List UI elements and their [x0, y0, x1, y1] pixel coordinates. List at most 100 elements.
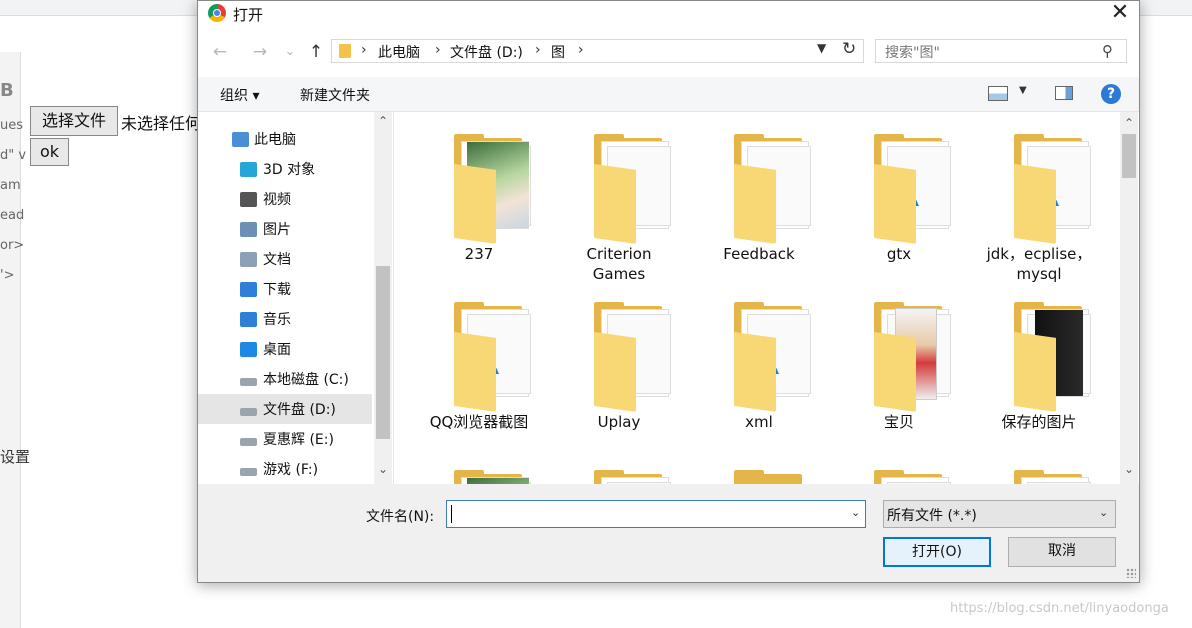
tree-item-label: 下载 [263, 282, 291, 298]
folder-back [734, 474, 802, 484]
page-text-fragment: ead [0, 208, 25, 223]
forward-arrow-icon[interactable]: → [248, 41, 272, 63]
scrollbar-thumb[interactable] [376, 266, 390, 439]
recent-locations-icon[interactable]: ⌄ [278, 41, 302, 63]
text-caret [451, 505, 452, 523]
chevron-up-icon[interactable]: ⌃ [374, 114, 392, 128]
filename-input[interactable]: ⌄ [446, 500, 866, 528]
tree-item[interactable]: 下载 [198, 274, 372, 304]
file-name: 宝贝 [883, 413, 914, 431]
downloads-icon [240, 282, 257, 297]
tree-item[interactable]: 此电脑 [198, 124, 372, 154]
folder-item[interactable] [409, 448, 549, 484]
folder-icon [339, 44, 351, 58]
file-name: 保存的图片 [1001, 413, 1077, 431]
tree-item[interactable]: 夏惠辉 (E:) [198, 424, 372, 454]
chevron-right-icon: › [578, 42, 584, 58]
chevron-up-icon[interactable]: ⌃ [1120, 116, 1138, 130]
folder-front [594, 332, 636, 412]
help-icon[interactable]: ? [1101, 84, 1121, 104]
tree-item-label: 3D 对象 [263, 162, 316, 178]
3d-objects-icon [240, 162, 257, 177]
open-button[interactable]: 打开(O) [883, 537, 991, 567]
tree-item[interactable]: 视频 [198, 184, 372, 214]
watermark: https://blog.csdn.net/linyaodonga [950, 601, 1169, 616]
video-icon [240, 192, 257, 207]
chevron-down-icon[interactable]: ⌄ [851, 506, 860, 519]
new-folder-button[interactable]: 新建文件夹 [300, 85, 370, 105]
folder-front [454, 164, 496, 244]
folder-item[interactable]: QQ浏览器截图 [409, 280, 549, 448]
close-button[interactable]: ✕ [1101, 1, 1139, 27]
folder-item[interactable]: 237 [409, 112, 549, 280]
folder-front [594, 164, 636, 244]
ok-button[interactable]: ok [30, 138, 69, 166]
search-box[interactable]: 搜索"图" ⚲ [875, 39, 1127, 63]
file-name: xml [745, 413, 773, 431]
folder-item[interactable]: gtx [829, 112, 969, 280]
chevron-down-icon[interactable]: ▼ [817, 41, 826, 55]
tree-item[interactable]: 图片 [198, 214, 372, 244]
scrollbar-thumb[interactable] [1122, 134, 1136, 178]
tree-item[interactable]: 桌面 [198, 334, 372, 364]
folder-item[interactable] [549, 448, 689, 484]
chevron-down-icon[interactable]: ▼ [1019, 85, 1027, 96]
choose-file-button[interactable]: 选择文件 [30, 106, 118, 136]
chevron-down-icon[interactable]: ⌄ [1120, 462, 1138, 476]
tree-item[interactable]: 音乐 [198, 304, 372, 334]
folder-item[interactable]: Uplay [549, 280, 689, 448]
page-text-fragment: ues [0, 118, 24, 133]
search-placeholder: 搜索"图" [885, 45, 940, 61]
folder-item[interactable] [969, 448, 1109, 484]
organize-menu[interactable]: 组织 ▾ [220, 85, 259, 105]
folder-item[interactable]: Criterion Games [549, 112, 689, 283]
tree-item[interactable]: 本地磁盘 (C:) [198, 364, 372, 394]
address-bar[interactable]: › 此电脑 › 文件盘 (D:) › 图 › ▼ ↻ [331, 39, 864, 63]
chevron-down-icon[interactable]: ⌄ [374, 462, 392, 476]
filetype-select[interactable]: 所有文件 (*.*) ⌄ [883, 500, 1116, 528]
preview-pane-icon[interactable] [1055, 86, 1073, 100]
documents-icon [240, 252, 257, 267]
folder-front [734, 332, 776, 412]
tree-item-label: 文档 [263, 252, 291, 268]
file-name: 237 [464, 245, 494, 263]
search-icon[interactable]: ⚲ [1102, 42, 1113, 60]
desktop-icon [240, 342, 257, 357]
back-arrow-icon[interactable]: ← [208, 41, 232, 63]
drive-icon [240, 408, 257, 416]
folder-front [1014, 164, 1056, 244]
view-options-icon[interactable] [988, 86, 1008, 101]
file-name: Feedback [723, 245, 795, 263]
dialog-titlebar: 打开 ✕ [198, 1, 1139, 29]
tree-item-label: 音乐 [263, 312, 291, 328]
file-name: QQ浏览器截图 [429, 413, 529, 431]
breadcrumb-item[interactable]: 此电脑 [378, 42, 420, 62]
file-grid: 237 Criterion Games Feedback gtx jdk，ecplise… [394, 112, 1120, 484]
tree-item-label: 图片 [263, 222, 291, 238]
breadcrumb-item[interactable]: 文件盘 (D:) [450, 42, 523, 62]
page-text-fragment: '> [0, 268, 15, 283]
folder-item[interactable]: xml [689, 280, 829, 448]
tree-item-label: 游戏 (F:) [263, 462, 319, 478]
tree-item[interactable]: 文件盘 (D:) [198, 394, 372, 424]
vertical-scrollbar[interactable]: ⌃ ⌄ [1120, 112, 1138, 484]
tree-item-label: 文件盘 (D:) [263, 402, 336, 418]
folder-item[interactable]: 宝贝 [829, 280, 969, 448]
folder-front [734, 164, 776, 244]
folder-item[interactable]: Feedback [689, 112, 829, 280]
tree-item[interactable]: 游戏 (F:) [198, 454, 372, 484]
tree-item[interactable]: 文档 [198, 244, 372, 274]
breadcrumb-item[interactable]: 图 [551, 42, 565, 62]
up-arrow-icon[interactable]: ↑ [304, 41, 328, 63]
folder-item[interactable]: jdk，ecplise，mysql [969, 112, 1109, 283]
tree-item[interactable]: 3D 对象 [198, 154, 372, 184]
cancel-button[interactable]: 取消 [1008, 537, 1116, 567]
resize-grip[interactable] [1126, 568, 1136, 578]
tree-item-label: 本地磁盘 (C:) [263, 372, 349, 388]
folder-item[interactable] [829, 448, 969, 484]
page-text-fragment: d" v [0, 148, 27, 163]
tree-scrollbar[interactable]: ⌃ ⌄ [374, 112, 392, 484]
folder-item[interactable] [689, 448, 829, 484]
folder-item[interactable]: 保存的图片 [969, 280, 1109, 448]
refresh-icon[interactable]: ↻ [842, 39, 856, 59]
